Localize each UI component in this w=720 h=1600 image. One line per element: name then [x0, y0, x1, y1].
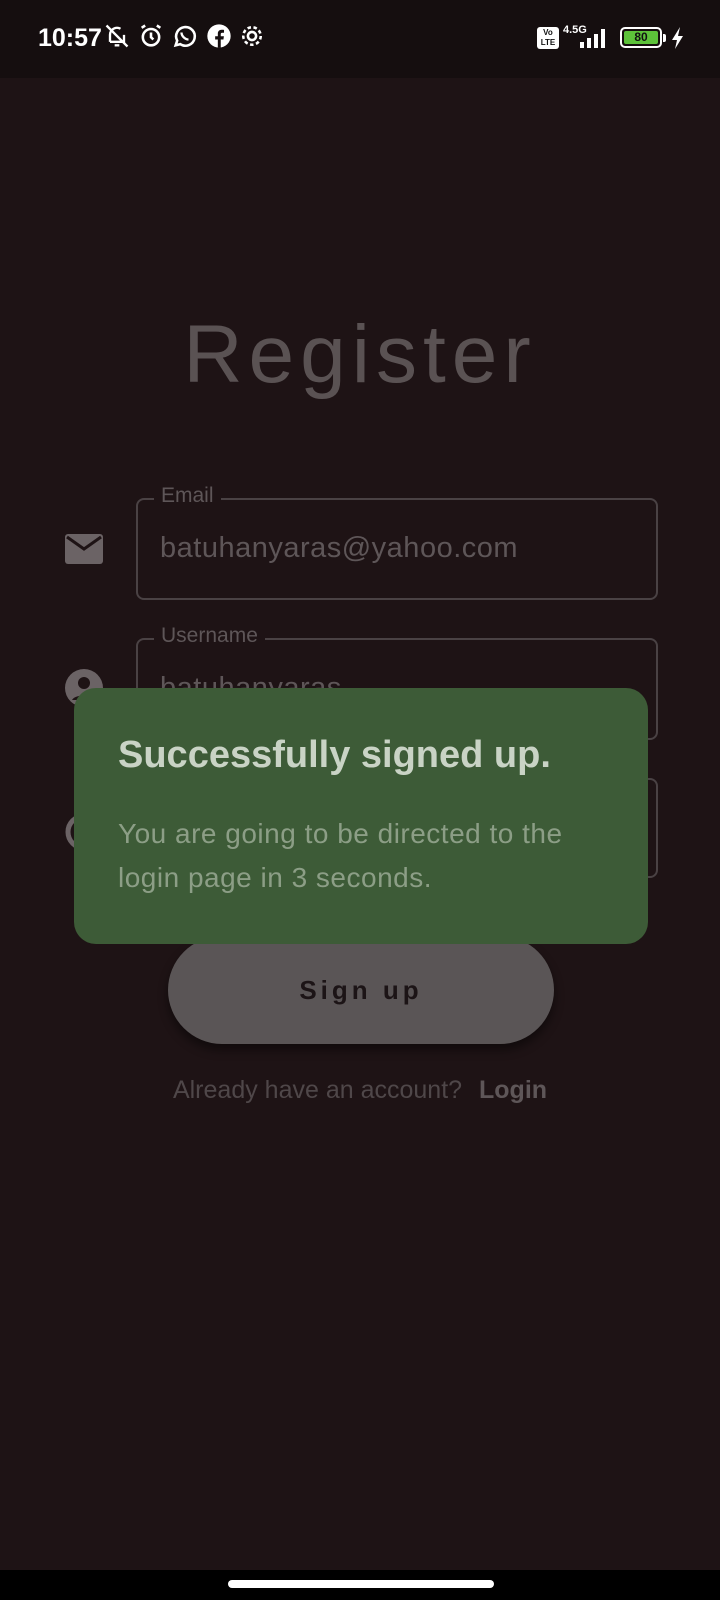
login-prompt-text: Already have an account? — [172, 1076, 463, 1104]
status-bar: 10:57 Vo LTE 4.5G 80 — [0, 0, 720, 78]
bell-off-icon — [103, 22, 131, 50]
username-label: Username — [154, 624, 265, 648]
mail-icon — [64, 532, 104, 571]
charging-icon — [670, 26, 686, 55]
battery-level: 80 — [624, 31, 658, 44]
signup-button[interactable]: Sign up — [168, 936, 554, 1044]
success-snackbar: Successfully signed up. You are going to… — [74, 688, 648, 944]
alarm-icon — [137, 22, 165, 50]
snackbar-message: You are going to be directed to the logi… — [118, 818, 563, 893]
login-prompt: Already have an account? Login — [0, 1076, 720, 1105]
email-field[interactable]: Email batuhanyaras@yahoo.com — [136, 484, 658, 600]
register-screen: 10:57 Vo LTE 4.5G 80 Register Email batu… — [0, 0, 720, 1600]
login-link[interactable]: Login — [479, 1076, 547, 1104]
battery-tip — [663, 34, 666, 42]
signal-icon — [580, 26, 612, 55]
snackbar-title: Successfully signed up. — [118, 734, 551, 776]
battery-indicator: 80 — [620, 27, 662, 48]
navigation-bar — [0, 1570, 720, 1600]
status-time: 10:57 — [38, 24, 102, 52]
email-label: Email — [154, 484, 221, 508]
home-indicator[interactable] — [228, 1580, 494, 1588]
page-title: Register — [183, 309, 537, 400]
email-value: batuhanyaras@yahoo.com — [160, 532, 519, 564]
volte-badge: Vo LTE — [537, 27, 559, 49]
settings-icon — [238, 22, 266, 50]
whatsapp-icon — [171, 22, 199, 50]
facebook-icon — [205, 22, 233, 50]
